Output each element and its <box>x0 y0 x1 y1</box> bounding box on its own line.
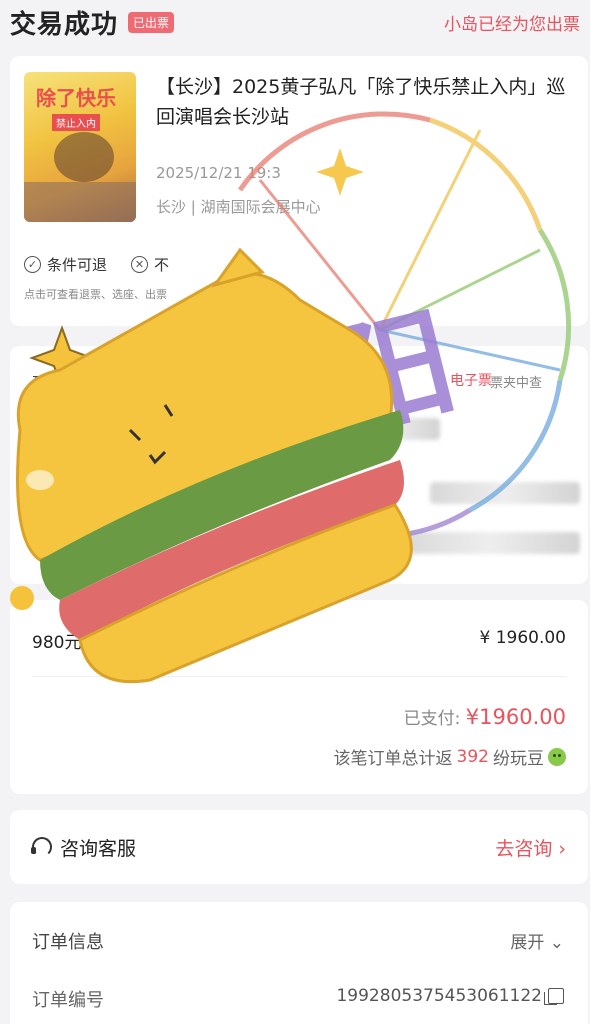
redacted-field <box>430 482 580 504</box>
poster-figure <box>54 132 114 182</box>
paid-label: 已支付: <box>403 709 461 729</box>
policy-hint: 点击可查看退票、选座、出票 <box>24 288 167 301</box>
order-info-title: 订单信息 <box>32 932 104 953</box>
delivery-method: 电子票 <box>450 373 492 389</box>
divider <box>32 676 566 677</box>
ticket-issued-note: 小岛已经为您出票 <box>444 14 580 35</box>
chevron-down-icon: ⌄ <box>549 933 564 953</box>
poster-subtitle: 禁止入内 <box>52 114 100 131</box>
poster-crowd <box>24 182 136 222</box>
unit-price: 980元 x <box>32 633 97 653</box>
service-label: 咨询客服 <box>60 837 137 860</box>
paid-amount: ¥1960.00 <box>465 705 566 729</box>
headset-icon <box>31 837 52 857</box>
page-title: 交易成功 <box>10 9 119 40</box>
order-number-value: 1992805375453061122 <box>336 986 542 1006</box>
policy-label: 不 <box>154 256 170 274</box>
paid-row: 已支付: ¥1960.00 <box>404 704 566 729</box>
copy-icon[interactable] <box>544 988 564 1005</box>
delivery-label: 配送方式 <box>32 375 100 395</box>
customer-service-row[interactable]: 咨询客服 去咨询 › <box>10 810 588 884</box>
bean-icon <box>548 747 566 766</box>
event-date: 2025/12/21 19:3 <box>156 164 281 182</box>
check-circle-icon: ✓ <box>24 256 41 273</box>
status-badge: 已出票 <box>128 11 175 33</box>
policy-label: 条件可退 <box>47 256 108 274</box>
poster-title: 除了快乐 <box>36 86 116 110</box>
redacted-field <box>340 418 440 440</box>
order-number: 1992805375453061122 <box>336 986 564 1006</box>
order-number-label: 订单编号 <box>32 990 104 1011</box>
event-poster[interactable]: 除了快乐 禁止入内 <box>24 72 136 222</box>
event-venue: 长沙 | 湖南国际会展中心 <box>156 198 321 216</box>
event-title: 【长沙】2025黄子弘凡「除了快乐禁止入内」巡回演唱会长沙站 <box>156 76 566 128</box>
policy-row[interactable]: ✓ 条件可退 ✕ 不 <box>24 254 169 275</box>
bonus-count: 392 <box>456 746 489 767</box>
consult-button[interactable]: 去咨询 › <box>495 834 566 861</box>
bonus-prefix: 该笔订单总计返 <box>333 749 453 769</box>
expand-button[interactable]: 展开 ⌄ <box>510 928 564 953</box>
expand-label: 展开 <box>510 933 545 953</box>
header: 交易成功 已出票 小岛已经为您出票 <box>0 0 590 44</box>
order-info-card: 订单信息 展开 ⌄ 订单编号 1992805375453061122 <box>10 902 588 1024</box>
delivery-card: 配送方式 电子票 票夹中查 持 <box>10 346 588 584</box>
cross-circle-icon: ✕ <box>131 256 149 273</box>
event-card[interactable]: 除了快乐 禁止入内 【长沙】2025黄子弘凡「除了快乐禁止入内」巡回演唱会长沙站… <box>10 56 588 326</box>
delivery-note: 票夹中查 <box>490 376 543 391</box>
policy-not-allowed[interactable]: ✕ 不 <box>131 254 169 275</box>
policy-refundable[interactable]: ✓ 条件可退 <box>24 254 107 275</box>
price-card: 980元 x ¥ 1960.00 已支付: ¥1960.00 该笔订单总计返 39… <box>10 600 588 794</box>
holder-label: 持 <box>32 537 49 557</box>
bonus-row: 该笔订单总计返 392 纷玩豆 <box>334 744 566 769</box>
bonus-suffix: 纷玩豆 <box>493 749 544 769</box>
total-price: ¥ 1960.00 <box>479 628 566 648</box>
redacted-field <box>400 532 580 554</box>
